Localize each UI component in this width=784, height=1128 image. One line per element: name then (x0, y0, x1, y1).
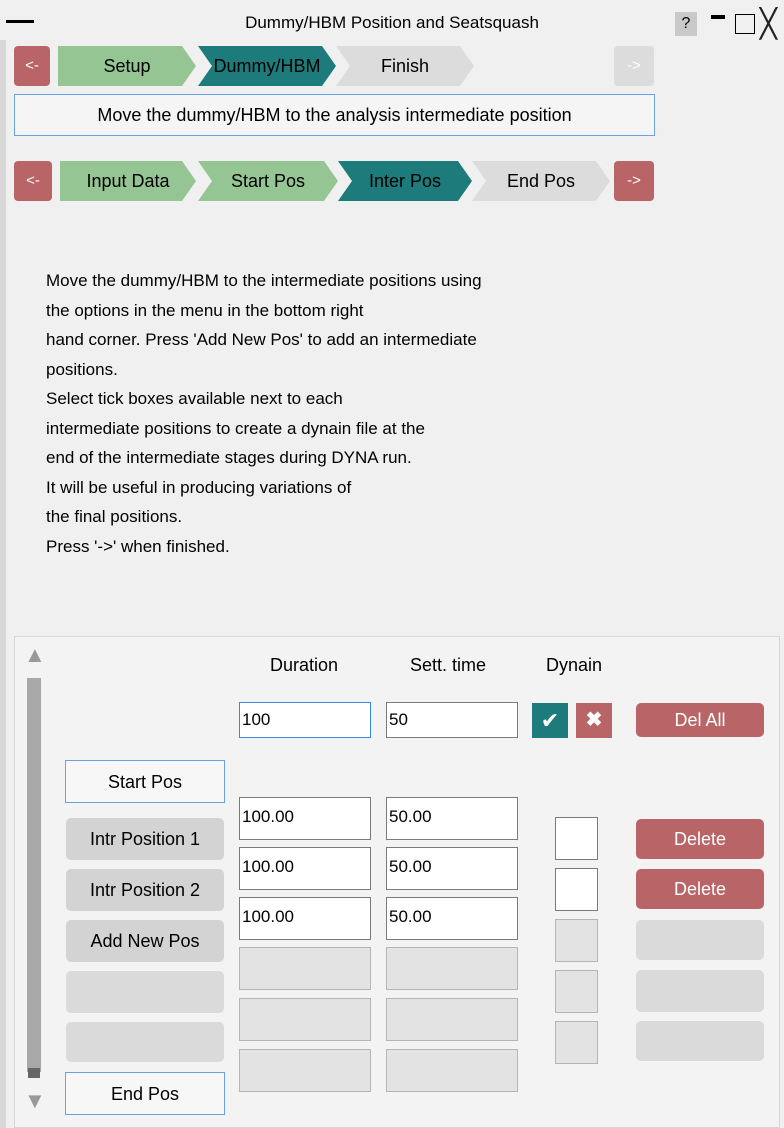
step-finish[interactable]: Finish (336, 46, 474, 86)
duration-cell-empty (239, 998, 371, 1041)
substep-end-pos[interactable]: End Pos (472, 161, 610, 201)
substep-back-button[interactable]: <- (14, 161, 52, 201)
substep-next-button[interactable]: -> (614, 161, 654, 201)
instruction-line: end of the intermediate stages during DY… (46, 448, 412, 467)
scrollbar-track[interactable] (27, 678, 41, 1072)
instruction-line: Move the dummy/HBM to the intermediate p… (46, 271, 482, 290)
delete-button-2[interactable]: Delete (636, 869, 764, 909)
duration-cell-empty (239, 1049, 371, 1092)
scroll-down-icon[interactable]: ▼ (24, 1090, 46, 1112)
duration-cell-3[interactable]: 100.00 (239, 897, 371, 940)
instruction-line: the options in the menu in the bottom ri… (46, 300, 364, 320)
select-all-dynain-button[interactable]: ✔ (532, 703, 568, 738)
workflow-next-button[interactable]: -> (614, 46, 654, 86)
dynain-checkbox-2[interactable] (555, 868, 598, 911)
sett-time-header: Sett. time (410, 655, 487, 675)
sett-time-cell-1[interactable]: 50.00 (386, 797, 518, 840)
add-new-pos-button[interactable]: Add New Pos (66, 920, 224, 962)
step-setup[interactable]: Setup (58, 46, 196, 86)
window-left-border (0, 40, 6, 1128)
duration-cell-1[interactable]: 100.00 (239, 797, 371, 840)
scrollbar-thumb[interactable] (28, 1068, 40, 1078)
instruction-line: hand corner. Press 'Add New Pos' to add … (46, 330, 477, 349)
instruction-line: positions. (46, 359, 118, 379)
delete-button-empty (636, 970, 764, 1012)
workflow-back-button[interactable]: <- (14, 46, 50, 86)
dynain-checkbox-empty (555, 1021, 598, 1064)
duration-cell-2[interactable]: 100.00 (239, 847, 371, 890)
start-pos-button[interactable]: Start Pos (65, 760, 225, 803)
duration-cell-empty (239, 947, 371, 990)
empty-position-slot (66, 971, 224, 1013)
sett-time-input[interactable] (386, 702, 518, 738)
substep-input-data[interactable]: Input Data (60, 161, 196, 201)
sett-time-cell-empty (386, 998, 518, 1041)
instruction-line: Press '->' when finished. (46, 536, 230, 556)
dynain-header: Dynain (546, 655, 603, 675)
instruction-line: the final positions. (46, 507, 183, 526)
dynain-checkbox-empty (555, 919, 598, 962)
minimize-icon[interactable] (711, 15, 725, 19)
stage-message: Move the dummy/HBM to the analysis inter… (14, 94, 655, 136)
duration-input[interactable] (239, 702, 371, 738)
maximize-icon[interactable] (735, 14, 755, 34)
sett-time-cell-3[interactable]: 50.00 (386, 897, 518, 940)
empty-position-slot (66, 1022, 224, 1062)
clear-all-dynain-button[interactable]: ✖ (576, 703, 612, 738)
delete-button-1[interactable]: Delete (636, 819, 764, 859)
delete-button-empty (636, 1021, 764, 1061)
instruction-line: intermediate positions to create a dynai… (46, 418, 425, 438)
window-title: Dummy/HBM Position and Seatsquash (245, 13, 539, 32)
duration-header: Duration (270, 655, 339, 675)
substep-inter-pos[interactable]: Inter Pos (338, 161, 472, 201)
dynain-checkbox-1[interactable] (555, 817, 598, 860)
delete-button-empty (636, 920, 764, 960)
substep-start-pos[interactable]: Start Pos (198, 161, 338, 201)
instructions: Move the dummy/HBM to the intermediate p… (46, 266, 606, 561)
sett-time-cell-empty (386, 1049, 518, 1092)
del-all-button[interactable]: Del All (636, 703, 764, 737)
instruction-line: It will be useful in producing variation… (46, 477, 352, 497)
end-pos-button[interactable]: End Pos (65, 1072, 225, 1115)
scroll-up-icon[interactable]: ▲ (24, 644, 46, 666)
intr-position-1-button[interactable]: Intr Position 1 (66, 818, 224, 860)
sett-time-cell-empty (386, 947, 518, 990)
intr-position-2-button[interactable]: Intr Position 2 (66, 869, 224, 911)
close-icon[interactable]: ╳ (760, 8, 784, 40)
window-menu-icon[interactable] (6, 20, 34, 23)
step-dummy-hbm[interactable]: Dummy/HBM (198, 46, 336, 86)
instruction-line: Select tick boxes available next to each (46, 389, 343, 408)
help-button[interactable]: ? (675, 12, 697, 36)
sett-time-cell-2[interactable]: 50.00 (386, 847, 518, 890)
dynain-checkbox-empty (555, 970, 598, 1013)
